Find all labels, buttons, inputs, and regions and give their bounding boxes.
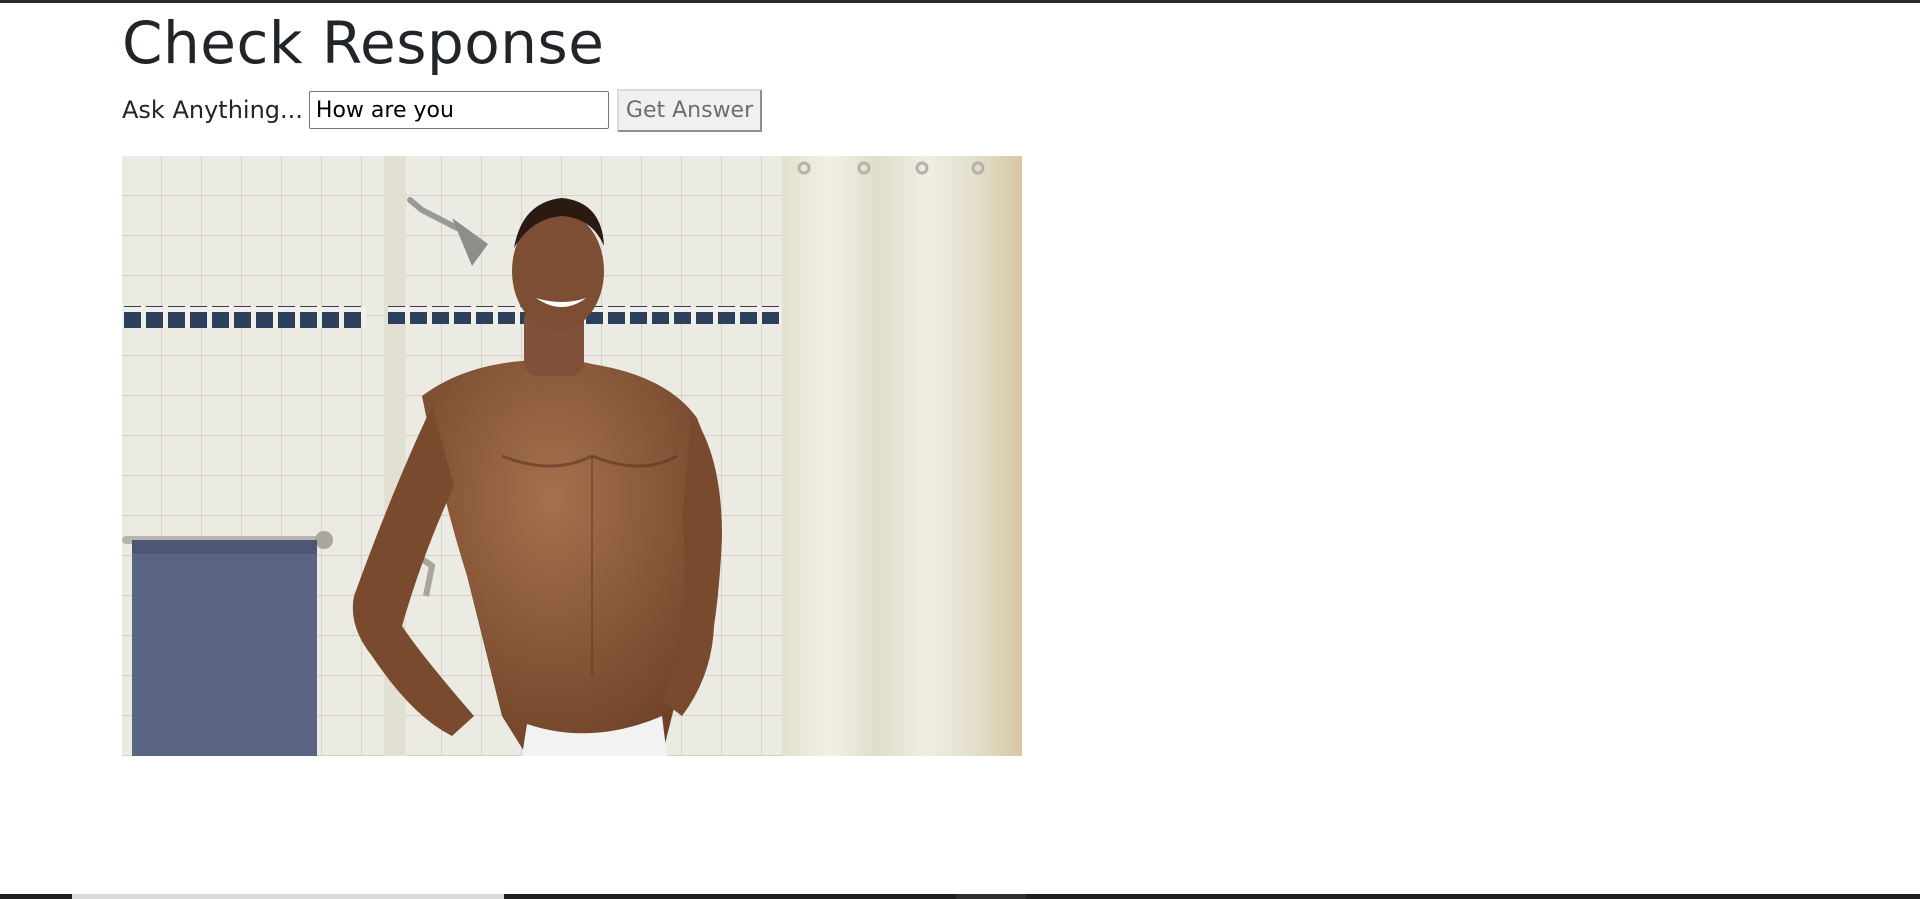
page-title: Check Response: [122, 9, 605, 77]
bottom-scrollbar[interactable]: [0, 894, 1920, 899]
answer-image: [122, 156, 1022, 756]
question-label: Ask Anything...: [122, 96, 303, 124]
scrollbar-segment: [956, 894, 1026, 899]
question-input[interactable]: [308, 91, 609, 129]
page-content: Check Response Ask Anything... Get Answe…: [122, 8, 1722, 756]
scrollbar-thumb[interactable]: [72, 894, 504, 899]
get-answer-button[interactable]: Get Answer: [616, 88, 763, 132]
answer-image-illustration: [122, 156, 1022, 756]
top-border: [0, 0, 1920, 3]
question-form: Ask Anything... Get Answer: [122, 87, 763, 133]
